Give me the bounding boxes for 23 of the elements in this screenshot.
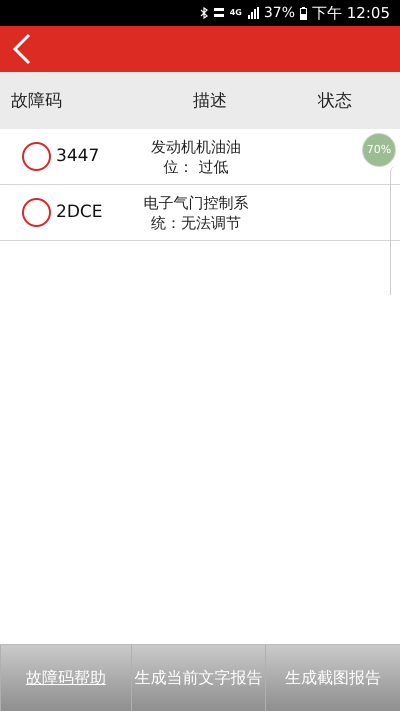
radio-button[interactable]	[22, 198, 51, 227]
help-link[interactable]: 故障码帮助	[0, 645, 131, 711]
fault-row[interactable]: 2DCE 电子气门控制系 统：无法调节	[0, 185, 400, 241]
column-header: 状态	[316, 90, 353, 114]
report-button[interactable]: 生成当前文字报告	[130, 645, 266, 711]
description-line: 统：无法调节	[151, 212, 241, 232]
battery-percent: 37%	[264, 4, 295, 22]
back-icon	[12, 33, 32, 65]
progress-badge: 70%	[362, 133, 396, 167]
radio-button[interactable]	[22, 142, 51, 171]
battery-icon	[300, 6, 307, 20]
description-line: 发动机机油油	[151, 136, 241, 156]
report-button[interactable]: 生成截图报告	[265, 645, 400, 711]
description-line: 电子气门控制系	[144, 192, 248, 212]
bluetooth-icon	[200, 7, 208, 19]
signal-icon	[246, 7, 259, 19]
description-line: 位： 过低	[164, 156, 228, 176]
clock: 下午 12:05	[312, 2, 390, 24]
fault-code: 3447	[56, 144, 100, 168]
fault-code: 2DCE	[56, 200, 104, 224]
column-header: 故障码	[10, 90, 63, 114]
column-header: 描述	[192, 90, 228, 114]
network-type: 4G	[230, 9, 242, 17]
